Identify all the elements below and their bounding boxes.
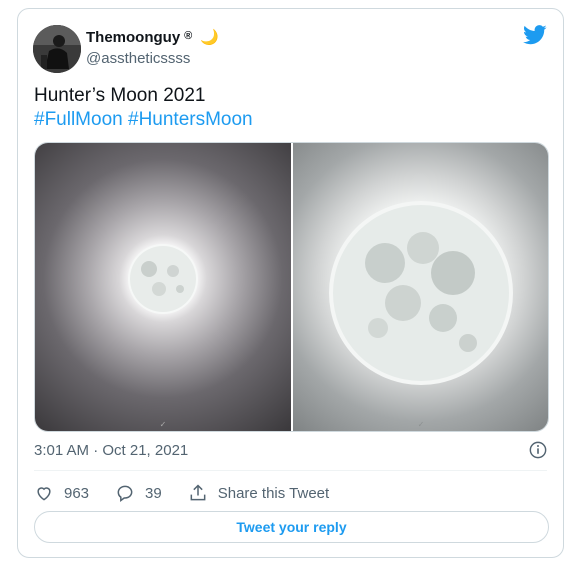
tweet-actions: 963 39 Share this Tweet <box>34 481 355 505</box>
divider <box>34 470 547 471</box>
tweet-card: Themoonguy ® 🌙 @asstheticssss Hunter’s M… <box>17 8 564 558</box>
share-button[interactable]: Share this Tweet <box>188 483 329 503</box>
info-icon[interactable] <box>529 441 547 459</box>
tweet-media: ✓ ✓ <box>34 142 549 432</box>
svg-text:✓: ✓ <box>417 420 424 429</box>
like-count: 963 <box>64 484 90 502</box>
svg-text:✓: ✓ <box>160 420 167 429</box>
registered-badge: ® <box>184 30 193 42</box>
tweet-your-reply-button[interactable]: Tweet your reply <box>34 511 549 543</box>
comment-icon <box>117 485 133 502</box>
twitter-bird-icon[interactable] <box>523 25 547 45</box>
share-icon <box>190 484 206 501</box>
reply-count: 39 <box>145 484 162 502</box>
hashtag-huntersmoon[interactable]: #HuntersMoon <box>128 109 253 130</box>
tweet-timestamp[interactable]: 3:01 AM · Oct 21, 2021 <box>34 442 188 459</box>
user-handle[interactable]: @asstheticssss <box>86 50 190 67</box>
like-button[interactable]: 963 <box>34 483 89 503</box>
avatar[interactable] <box>33 25 81 73</box>
tweet-text: Hunter’s Moon 2021 #FullMoon #HuntersMoo… <box>34 84 253 132</box>
display-name[interactable]: Themoonguy ® 🌙 <box>86 29 219 47</box>
hashtag-fullmoon[interactable]: #FullMoon <box>34 109 123 130</box>
share-label: Share this Tweet <box>217 484 330 502</box>
moon-emoji-icon: 🌙 <box>200 29 219 46</box>
reply-button[interactable]: 39 <box>115 483 162 503</box>
tweet-text-line: Hunter’s Moon 2021 <box>34 85 206 106</box>
moon-large-icon: ✓ <box>328 201 513 429</box>
moon-photo-large[interactable]: ✓ <box>292 143 548 431</box>
display-name-text: Themoonguy <box>86 29 181 46</box>
avatar-photo-icon <box>33 25 81 73</box>
moon-photo-small[interactable]: ✓ <box>35 143 291 431</box>
heart-icon <box>37 487 51 501</box>
moon-small-icon: ✓ <box>128 244 198 429</box>
